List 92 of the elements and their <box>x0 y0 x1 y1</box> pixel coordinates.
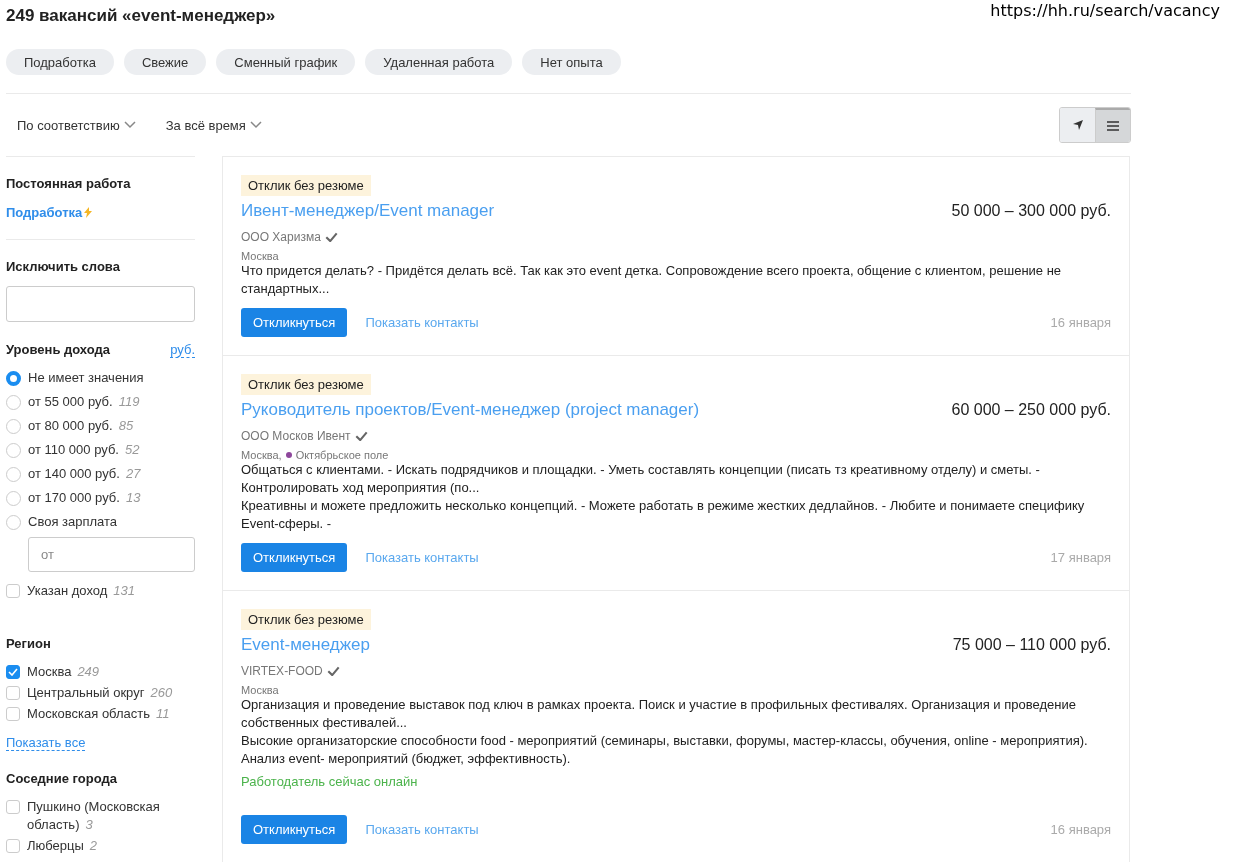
radio-button[interactable] <box>6 491 21 506</box>
radio-label: Своя зарплата <box>28 514 118 529</box>
company-name[interactable]: VIRTEX-FOOD <box>241 664 323 678</box>
publish-date: 17 января <box>1050 550 1111 565</box>
vacancy-snippet: Общаться с клиентами. - Искать подрядчиков и площадки. - Уметь составлять концепции (писать тз креативному отделу) и сметы. - Контролировать ход мероприятия (по... <box>241 461 1041 497</box>
count: 27 <box>125 466 141 481</box>
vacancy-title-link[interactable]: Ивент-менеджер/Event manager <box>241 201 495 221</box>
publish-date: 16 января <box>1050 315 1111 330</box>
radio-label: от 80 000 руб. <box>28 418 113 433</box>
check-icon <box>354 430 368 442</box>
no-resume-badge: Отклик без резюме <box>241 374 371 395</box>
company-name[interactable]: ООО Харизма <box>241 230 321 244</box>
filter-link[interactable]: Подработка <box>6 205 83 220</box>
radio-button[interactable] <box>6 371 21 386</box>
filter-chip[interactable]: Подработка <box>6 49 114 75</box>
online-status: Работодатель сейчас онлайн <box>241 774 419 789</box>
sort-dropdown[interactable]: За всё время <box>165 117 262 133</box>
section-title: Регион <box>6 636 52 651</box>
radio-label: от 140 000 руб. <box>28 466 120 481</box>
radio-label: Не имеет значения <box>28 370 144 385</box>
checkbox-label: Центральный округ 260 <box>27 684 173 702</box>
currency-link[interactable]: руб. <box>170 342 195 358</box>
section-title: Исключить слова <box>6 259 121 274</box>
no-resume-badge: Отклик без резюме <box>241 609 371 630</box>
respond-button[interactable]: Откликнуться <box>241 815 348 844</box>
filter-chip[interactable]: Удаленная работа <box>365 49 513 75</box>
checkbox[interactable] <box>6 707 20 721</box>
checkbox[interactable] <box>6 839 20 853</box>
radio-label: от 55 000 руб. <box>28 394 113 409</box>
count: 13 <box>125 490 141 505</box>
check-icon <box>324 231 338 243</box>
location: Москва <box>241 684 279 696</box>
chevron-down-icon <box>123 121 136 129</box>
checkbox-label: Люберцы 2 <box>27 837 98 855</box>
page-heading: 249 вакансий «event-менеджер» <box>6 6 276 26</box>
respond-button[interactable]: Откликнуться <box>241 308 348 337</box>
show-contacts-link[interactable]: Показать контакты <box>365 315 479 330</box>
radio-button[interactable] <box>6 515 21 530</box>
checkbox[interactable] <box>6 584 20 598</box>
view-toggle-button[interactable] <box>1060 108 1095 142</box>
radio-button[interactable] <box>6 443 21 458</box>
vacancy-snippet: Организация и проведение выставок под ключ в рамках проекта. Поиск и участие в профильных фестивалях. Организация и проведение собственных фестивалей... <box>241 696 1077 732</box>
vacancy-snippet: Высокие организаторские способности food - мероприятий (семинары, выставки, форумы, мастер-классы, обучения, online - мероприятия). Анализ event- мероприятий (бюджет, эффективность). <box>241 732 1089 768</box>
count: 119 <box>118 394 140 409</box>
chevron-down-icon <box>249 121 262 129</box>
no-resume-badge: Отклик без резюме <box>241 175 371 196</box>
show-contacts-link[interactable]: Показать контакты <box>365 550 479 565</box>
filter-chip[interactable]: Нет опыта <box>522 49 621 75</box>
salary: 75 000 – 110 000 руб. <box>952 636 1111 654</box>
publish-date: 16 января <box>1050 822 1111 837</box>
show-contacts-link[interactable]: Показать контакты <box>365 822 479 837</box>
count: 85 <box>118 418 134 433</box>
filter-chip[interactable]: Свежие <box>123 49 207 75</box>
salary: 50 000 – 300 000 руб. <box>951 202 1111 220</box>
vacancy-snippet: Что придется делать? - Придётся делать всё. Так как это event детка. Сопровождение всего проекта, общение с клиентом, решение не стандартных... <box>241 262 1063 298</box>
exclude-words-field[interactable] <box>6 286 195 322</box>
metro-station: Октябрьское поле <box>295 449 389 461</box>
location: Москва <box>241 250 279 262</box>
radio-button[interactable] <box>6 419 21 434</box>
check-icon <box>326 665 340 677</box>
vacancy-title-link[interactable]: Руководитель проектов/Event-менеджер (project manager) <box>241 400 700 420</box>
location-arrow-icon <box>1071 119 1084 131</box>
filter-chip[interactable]: Сменный график <box>216 49 356 75</box>
salary: 60 000 – 250 000 руб. <box>951 401 1111 419</box>
checkbox-label: Указан доход 131 <box>27 582 135 600</box>
vacancy-snippet: Креативны и можете предложить несколько концепций. - Можете работать в режиме жестких дедлайнов. - Любите и понимаете специфику Event-сферы. - <box>241 497 1086 533</box>
company-name[interactable]: ООО Москов Ивент <box>241 429 351 443</box>
radio-label: от 170 000 руб. <box>28 490 120 505</box>
location: Москва, <box>241 449 282 461</box>
checkbox-label: Пушкино (Московская область) 3 <box>27 798 161 834</box>
section-title: Постоянная работа <box>6 176 132 191</box>
radio-button[interactable] <box>6 467 21 482</box>
view-toggle-button[interactable] <box>1095 108 1130 142</box>
checkbox[interactable] <box>6 800 20 814</box>
url-text: https://hh.ru/search/vacancy <box>990 1 1220 20</box>
radio-button[interactable] <box>6 395 21 410</box>
vacancy-title-link[interactable]: Event-менеджер <box>241 635 370 655</box>
salary-field[interactable]: от <box>28 537 195 572</box>
radio-label: от 110 000 руб. <box>28 442 119 457</box>
sort-dropdown[interactable]: По соответствию <box>17 117 136 133</box>
menu-icon <box>1107 121 1119 131</box>
checkbox[interactable] <box>6 686 20 700</box>
section-title: Уровень дохода <box>6 342 110 357</box>
show-all-link[interactable]: Показать все <box>6 735 86 751</box>
count: 52 <box>124 442 140 457</box>
check-icon <box>8 668 18 676</box>
respond-button[interactable]: Откликнуться <box>241 543 348 572</box>
checkbox-label: Москва 249 <box>27 663 100 681</box>
section-title: Соседние города <box>6 771 118 786</box>
checkbox[interactable] <box>6 665 20 679</box>
lightning-icon <box>84 207 93 218</box>
checkbox-label: Московская область 11 <box>27 705 170 723</box>
